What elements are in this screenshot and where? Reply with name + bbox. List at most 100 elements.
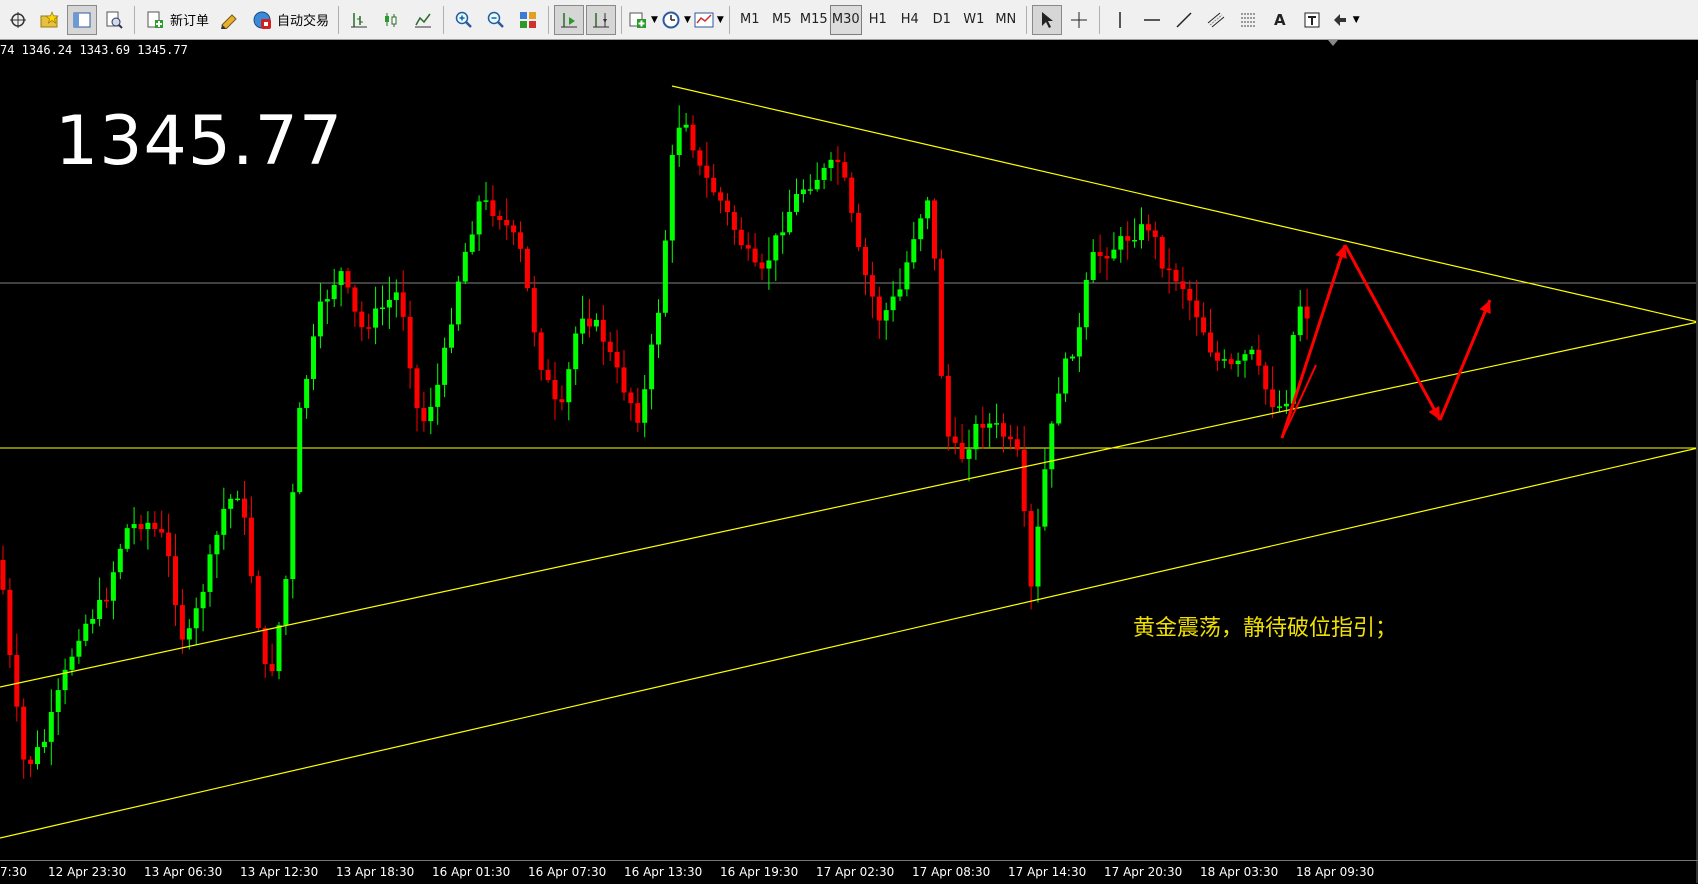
- fibonacci-button[interactable]: [1233, 5, 1263, 35]
- chart-annotation-text[interactable]: 黄金震荡，静待破位指引；: [1133, 610, 1397, 642]
- bull-candle: [131, 524, 137, 529]
- line-chart-button[interactable]: [408, 5, 438, 35]
- bull-candle: [193, 608, 199, 629]
- bull-candle: [55, 690, 61, 712]
- bull-candle: [766, 260, 772, 269]
- bull-candle: [1063, 358, 1069, 394]
- zoom-in-button[interactable]: [449, 5, 479, 35]
- timeframe-h4-button[interactable]: H4: [894, 5, 926, 35]
- horizontal-line-button[interactable]: [1137, 5, 1167, 35]
- timeframe-m30-button[interactable]: M30: [829, 4, 862, 35]
- bear-candle: [1270, 389, 1276, 408]
- time-axis-label: 16 Apr 19:30: [720, 865, 799, 879]
- timeframe-mn-button[interactable]: MN: [990, 5, 1022, 35]
- chart-shift-icon: [590, 9, 612, 31]
- chart-shift-button[interactable]: [586, 4, 617, 35]
- chart-shift-marker: [1328, 40, 1338, 46]
- bull-candle: [1035, 526, 1041, 587]
- candlestick-icon: [380, 9, 402, 31]
- bull-candle: [228, 498, 234, 509]
- trendline-icon: [1173, 9, 1195, 31]
- tile-windows-button[interactable]: [513, 5, 543, 35]
- zoom-out-icon: [485, 9, 507, 31]
- bull-candle: [1111, 249, 1117, 259]
- bear-candle: [600, 319, 606, 342]
- time-axis-label: 18 Apr 03:30: [1200, 865, 1279, 879]
- bull-candle: [1235, 360, 1241, 365]
- arrowhead-up: [1335, 245, 1347, 259]
- text-a-icon: A: [1273, 10, 1286, 29]
- bull-candle: [1090, 252, 1096, 280]
- bear-candle: [745, 245, 751, 249]
- new-order-button[interactable]: 新订单: [140, 5, 213, 35]
- time-axis-label: 12 Apr 23:30: [48, 865, 127, 879]
- indicators-button[interactable]: ▼: [627, 5, 658, 35]
- bull-candle: [442, 347, 448, 385]
- bear-candle: [945, 375, 951, 437]
- strategy-tester-button[interactable]: [99, 5, 129, 35]
- crosshair-cursor-button[interactable]: [1064, 5, 1094, 35]
- equidistant-channel-button[interactable]: [1201, 5, 1231, 35]
- bear-candle: [959, 442, 965, 459]
- navigator-button[interactable]: [67, 4, 97, 35]
- bear-candle: [166, 532, 172, 557]
- bear-candle: [359, 311, 365, 328]
- trendline-button[interactable]: [1169, 5, 1199, 35]
- middle-support-trendline: [0, 321, 1698, 688]
- bear-candle: [1145, 224, 1151, 231]
- current-price-display: 1345.77: [55, 102, 344, 181]
- bull-candle: [338, 271, 344, 285]
- text-label-button[interactable]: [1297, 5, 1327, 35]
- timeframe-m5-button[interactable]: M5: [766, 5, 798, 35]
- projection-arrow-down: [1343, 244, 1442, 421]
- bull-candle: [1118, 236, 1124, 250]
- cursor-tool-button[interactable]: [1031, 4, 1062, 35]
- bull-candle: [97, 599, 103, 620]
- fibonacci-icon: [1237, 9, 1259, 31]
- timeframe-w1-button[interactable]: W1: [958, 5, 990, 35]
- bear-candle: [152, 522, 158, 530]
- bull-candle: [1139, 224, 1144, 241]
- bull-candle: [925, 200, 931, 219]
- bear-candle: [725, 200, 730, 213]
- vertical-line-button[interactable]: [1105, 5, 1135, 35]
- timeframe-group: M1 M5 M15 M30 H1 H4 D1 W1 MN: [734, 4, 1022, 35]
- bull-candle: [324, 299, 330, 302]
- bull-candle: [69, 656, 75, 670]
- bull-candle: [290, 492, 296, 580]
- bar-chart-button[interactable]: [344, 5, 374, 35]
- periods-button[interactable]: ▼: [660, 5, 691, 35]
- zoom-out-button[interactable]: [481, 5, 511, 35]
- bear-candle: [242, 498, 247, 518]
- auto-scroll-button[interactable]: [554, 4, 585, 35]
- template-icon: [693, 9, 715, 31]
- crosshair-tool-button[interactable]: [3, 5, 33, 35]
- favorites-button[interactable]: [35, 5, 65, 35]
- arrows-button[interactable]: ▼: [1329, 5, 1360, 35]
- bear-candle: [1187, 288, 1193, 301]
- timeframe-m1-button[interactable]: M1: [734, 5, 766, 35]
- timeframe-m15-button[interactable]: M15: [798, 5, 830, 35]
- bear-candle: [614, 352, 620, 368]
- templates-button[interactable]: ▼: [693, 5, 724, 35]
- bull-candle: [966, 449, 972, 459]
- bear-candle: [587, 318, 592, 327]
- timeframe-h1-button[interactable]: H1: [862, 5, 894, 35]
- bear-candle: [849, 177, 855, 213]
- time-axis-label: 16 Apr 07:30: [528, 865, 607, 879]
- bull-candle: [1283, 403, 1289, 407]
- bear-candle: [628, 392, 634, 404]
- text-tool-button[interactable]: A: [1265, 5, 1295, 35]
- time-axis-label: 17 Apr 08:30: [912, 865, 991, 879]
- bull-candle: [35, 747, 40, 765]
- bull-candle: [828, 159, 834, 168]
- metaeditor-button[interactable]: [215, 5, 245, 35]
- bear-candle: [1201, 317, 1207, 333]
- time-axis-label: 16 Apr 01:30: [432, 865, 511, 879]
- candlestick-chart-button[interactable]: [376, 5, 406, 35]
- timeframe-d1-button[interactable]: D1: [926, 5, 958, 35]
- toolbar-separator: [548, 5, 550, 34]
- auto-trading-button[interactable]: 自动交易: [247, 5, 333, 35]
- bear-candle: [863, 246, 868, 276]
- chevron-down-icon: ▼: [716, 14, 724, 25]
